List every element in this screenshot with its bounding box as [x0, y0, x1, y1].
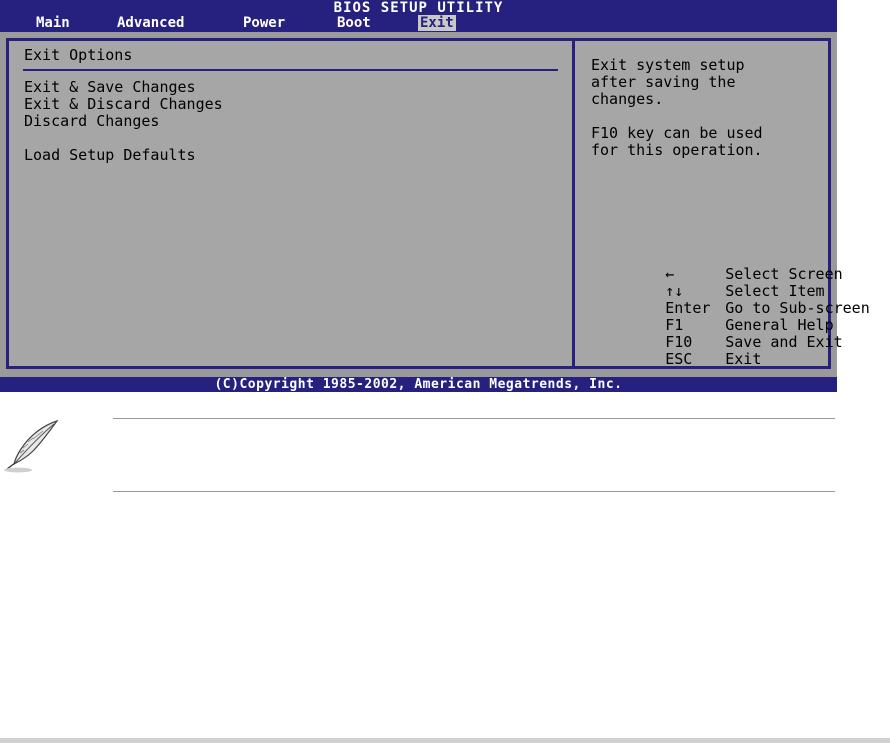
help-line: changes. — [591, 90, 664, 108]
note-bottom-rule — [113, 491, 835, 492]
help-line: for this operation. — [591, 141, 763, 159]
menu-main[interactable]: Main — [34, 15, 72, 31]
bios-screen: BIOS SETUP UTILITY Main Advanced Power B… — [0, 0, 870, 392]
help-pane: Exit system setup after saving the chang… — [575, 41, 870, 368]
help-line: Exit system setup — [591, 56, 745, 74]
feather-quill-icon — [4, 419, 59, 473]
key-label: ESC — [665, 350, 693, 368]
exit-options-heading: Exit Options — [24, 46, 133, 64]
load-setup-defaults-option[interactable]: Load Setup Defaults — [24, 147, 196, 164]
menu-advanced[interactable]: Advanced — [115, 15, 186, 31]
menu-exit[interactable]: Exit — [418, 15, 456, 31]
copyright-footer: (C)Copyright 1985-2002, American Megatre… — [0, 377, 837, 392]
discard-changes-option[interactable]: Discard Changes — [24, 113, 159, 130]
note-top-rule — [113, 418, 835, 419]
help-line: after saving the — [591, 73, 736, 91]
key-desc: Exit — [725, 350, 762, 368]
help-line: F10 key can be used — [591, 124, 763, 142]
page-bottom-bar — [0, 738, 890, 743]
main-frame: Exit Options Exit & Save Changes Exit & … — [6, 38, 870, 369]
title-bar: BIOS SETUP UTILITY Main Advanced Power B… — [0, 0, 837, 32]
options-pane: Exit Options Exit & Save Changes Exit & … — [9, 41, 575, 366]
menu-power[interactable]: Power — [241, 15, 287, 31]
bios-title: BIOS SETUP UTILITY — [333, 0, 504, 16]
exit-save-changes-option[interactable]: Exit & Save Changes — [24, 79, 196, 96]
menu-boot[interactable]: Boot — [335, 15, 373, 31]
exit-discard-changes-option[interactable]: Exit & Discard Changes — [24, 96, 223, 113]
heading-separator — [23, 69, 558, 71]
